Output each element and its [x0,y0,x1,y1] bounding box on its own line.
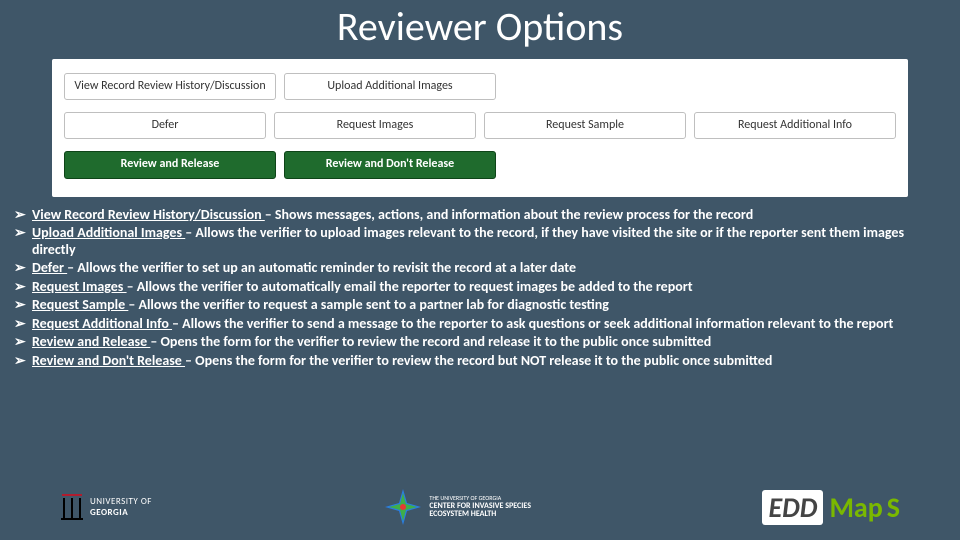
review-release-button[interactable]: Review and Release [64,151,276,178]
bullet-item: ➢Upload Additional Images – Allows the v… [14,225,946,258]
bullet-text: Request Images – Allows the verifier to … [32,279,946,296]
page-title: Reviewer Options [0,0,960,59]
cise-star-icon [383,487,423,527]
bullet-text: Upload Additional Images – Allows the ve… [32,225,946,258]
bullet-term: Upload Additional Images [32,224,185,241]
bullet-desc: – Allows the verifier to set up an autom… [67,259,576,276]
uga-arch-icon [60,492,84,522]
bullet-arrow-icon: ➢ [14,207,32,224]
request-additional-info-button[interactable]: Request Additional Info [694,112,896,139]
bullet-text: Defer – Allows the verifier to set up an… [32,260,946,277]
defer-button[interactable]: Defer [64,112,266,139]
buttons-panel: View Record Review History/Discussion Up… [52,59,908,197]
bullet-desc: – Allows the verifier to request a sampl… [128,296,609,313]
bullet-list: ➢View Record Review History/Discussion –… [14,207,946,370]
bullet-term: Request Images [32,278,127,295]
edd-map-text: Map [829,490,882,525]
bullet-term: View Record Review History/Discussion [32,206,265,223]
edd-s-text: S [887,490,900,525]
review-dont-release-button[interactable]: Review and Don't Release [284,151,496,178]
cise-line3: ECOSYSTEM HEALTH [429,510,531,519]
request-sample-button[interactable]: Request Sample [484,112,686,139]
bullet-term: Review and Release [32,333,150,350]
view-history-button[interactable]: View Record Review History/Discussion [64,73,276,100]
bullet-term: Defer [32,259,67,276]
bullet-text: Request Sample – Allows the verifier to … [32,297,946,314]
bullet-term: Review and Don't Release [32,352,185,369]
edd-text: EDD [762,490,823,525]
bullet-item: ➢Request Additional Info – Allows the ve… [14,316,946,333]
bullet-arrow-icon: ➢ [14,260,32,277]
eddmaps-logo: EDD Map S [762,490,900,525]
upload-images-button[interactable]: Upload Additional Images [284,73,496,100]
bullet-item: ➢Review and Don't Release – Opens the fo… [14,353,946,370]
bullet-item: ➢View Record Review History/Discussion –… [14,207,946,224]
bullet-desc: – Opens the form for the verifier to rev… [185,352,772,369]
button-row-1: View Record Review History/Discussion Up… [64,73,896,100]
bullet-arrow-icon: ➢ [14,316,32,333]
bullet-desc: – Allows the verifier to automatically e… [127,278,693,295]
button-row-2: Defer Request Images Request Sample Requ… [64,112,896,139]
bullet-arrow-icon: ➢ [14,297,32,314]
logo-strip: UNIVERSITY OF GEORGIA THE UNIVERSITY OF … [0,480,960,534]
bullet-item: ➢Request Images – Allows the verifier to… [14,279,946,296]
bullet-item: ➢Request Sample – Allows the verifier to… [14,297,946,314]
bullet-arrow-icon: ➢ [14,353,32,370]
bullet-text: View Record Review History/Discussion – … [32,207,946,224]
bullet-desc: – Opens the form for the verifier to rev… [150,333,711,350]
bullet-item: ➢Defer – Allows the verifier to set up a… [14,260,946,277]
request-images-button[interactable]: Request Images [274,112,476,139]
bullet-term: Request Sample [32,296,128,313]
bullet-arrow-icon: ➢ [14,225,32,258]
bullet-text: Review and Release – Opens the form for … [32,334,946,351]
bullet-arrow-icon: ➢ [14,279,32,296]
cise-logo: THE UNIVERSITY OF GEORGIA CENTER FOR INV… [383,487,531,527]
uga-line1: UNIVERSITY OF [90,496,152,507]
uga-line2: GEORGIA [90,507,152,518]
button-row-3: Review and Release Review and Don't Rele… [64,151,896,178]
bullet-term: Request Additional Info [32,315,172,332]
bullet-arrow-icon: ➢ [14,334,32,351]
bullet-text: Review and Don't Release – Opens the for… [32,353,946,370]
bullet-desc: – Shows messages, actions, and informati… [265,206,753,223]
bullet-item: ➢Review and Release – Opens the form for… [14,334,946,351]
bullet-desc: – Allows the verifier to send a message … [172,315,893,332]
bullet-text: Request Additional Info – Allows the ver… [32,316,946,333]
uga-logo: UNIVERSITY OF GEORGIA [60,492,152,522]
